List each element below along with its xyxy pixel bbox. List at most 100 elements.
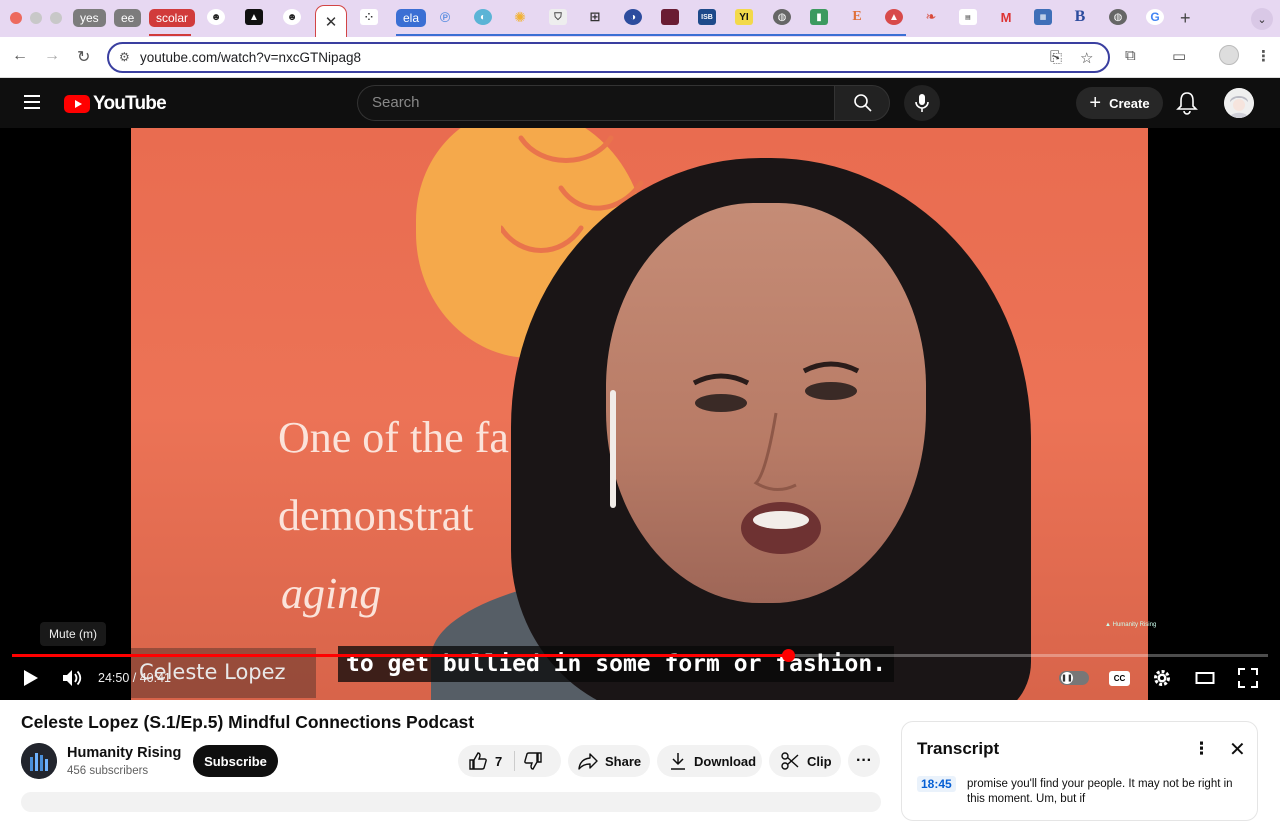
- transcript-segment-text[interactable]: promise you'll find your people. It may …: [967, 777, 1247, 807]
- address-bar[interactable]: ⚙ youtube.com/watch?v=nxcGTNipag8 ⎘ ☆: [107, 42, 1110, 73]
- tab-yes[interactable]: yes: [73, 9, 106, 27]
- maximize-window-button[interactable]: [50, 12, 62, 24]
- bookmark-star-icon[interactable]: ☆: [1080, 49, 1093, 67]
- subscribe-button[interactable]: Subscribe: [193, 745, 278, 777]
- channel-name[interactable]: Humanity Rising: [67, 745, 181, 761]
- extensions-puzzle-icon[interactable]: ⧉: [1125, 47, 1136, 64]
- video-player[interactable]: One of the fa n demonstrat n aging a ▲ H…: [0, 128, 1280, 700]
- channel-watermark[interactable]: ▲ Humanity Rising: [1105, 622, 1156, 628]
- like-divider: [514, 751, 516, 771]
- tab-e[interactable]: E: [848, 9, 866, 25]
- share-button[interactable]: Share: [568, 745, 650, 777]
- tab-a-app[interactable]: ▲: [245, 9, 263, 25]
- progress-bar[interactable]: [12, 649, 1268, 662]
- create-button-label: Create: [1109, 95, 1150, 111]
- forward-arrow-icon[interactable]: →: [44, 47, 60, 65]
- like-count[interactable]: 7: [495, 754, 502, 769]
- description-box[interactable]: [21, 792, 881, 812]
- new-tab-icon[interactable]: +: [1180, 8, 1191, 29]
- tab-sun[interactable]: ✺: [511, 9, 529, 25]
- tab-scolar-label: scolar: [156, 11, 189, 25]
- p-logo-icon: ℗: [439, 9, 451, 25]
- browser-menu-kebab-icon[interactable]: ⋮: [1256, 47, 1271, 65]
- voice-search-button[interactable]: [904, 85, 940, 121]
- guide-menu-icon[interactable]: [24, 95, 40, 109]
- transcript-more-icon[interactable]: ⋮: [1193, 739, 1210, 759]
- tab-ee-label: ee: [121, 11, 135, 25]
- close-window-button[interactable]: [10, 12, 22, 24]
- tab-p[interactable]: ℗: [436, 9, 454, 25]
- tab-shield[interactable]: ⛉: [549, 9, 567, 25]
- tab-square[interactable]: [661, 9, 679, 25]
- youtube-logo[interactable]: YouTube: [64, 93, 167, 115]
- channel-avatar[interactable]: [21, 743, 57, 779]
- download-icon: [671, 753, 685, 770]
- tab-google[interactable]: G: [1146, 9, 1164, 25]
- close-tab-icon[interactable]: ✕: [325, 13, 338, 31]
- tab-green[interactable]: ▮: [810, 9, 828, 25]
- tab-yi[interactable]: YI: [735, 9, 753, 25]
- transcript-segment-time[interactable]: 18:45: [917, 776, 956, 792]
- account-avatar[interactable]: [1224, 88, 1254, 118]
- tab-b-label: B: [1074, 8, 1086, 25]
- speaker-face: [606, 203, 926, 603]
- doc-logo-icon: ▦: [1039, 14, 1047, 21]
- tab-circle[interactable]: ◑: [624, 9, 642, 25]
- tab-incognito-1[interactable]: ☻: [207, 9, 225, 25]
- tab-0872[interactable]: ▤: [959, 9, 977, 25]
- create-button[interactable]: + Create: [1076, 87, 1163, 119]
- gmail-icon: M: [1000, 9, 1012, 25]
- active-tab[interactable]: ✕: [315, 5, 347, 37]
- theater-mode-icon[interactable]: [1195, 668, 1215, 688]
- search-button[interactable]: [834, 85, 890, 121]
- transcript-close-icon[interactable]: ✕: [1229, 737, 1246, 762]
- tab-incognito-2[interactable]: ☻: [283, 9, 301, 25]
- clip-button[interactable]: Clip: [769, 745, 841, 777]
- thumbs-up-icon[interactable]: [468, 751, 488, 771]
- search-icon: [854, 94, 872, 112]
- settings-gear-icon[interactable]: [1152, 668, 1172, 688]
- notifications-bell-icon[interactable]: [1176, 91, 1198, 115]
- download-button[interactable]: Download: [657, 745, 762, 777]
- tab-gmail[interactable]: M: [997, 9, 1015, 25]
- tab-group-line-red: [149, 34, 191, 36]
- tab-ppt[interactable]: ▦: [1034, 9, 1052, 25]
- cast-icon[interactable]: ▭: [1172, 47, 1186, 65]
- tab-world-1[interactable]: ◍: [773, 9, 791, 25]
- volume-icon[interactable]: [62, 668, 84, 688]
- tab-b[interactable]: B: [1071, 8, 1089, 25]
- site-info-icon[interactable]: ⚙: [119, 50, 130, 64]
- shield-icon: ⛉: [554, 11, 562, 23]
- tab-grid[interactable]: ⊞: [586, 9, 604, 25]
- tab-isb[interactable]: ISB: [698, 9, 716, 25]
- tab-dots[interactable]: ⁘: [360, 9, 378, 25]
- more-actions-button[interactable]: ···: [848, 745, 880, 777]
- autoplay-toggle[interactable]: ❚❚: [1059, 671, 1089, 685]
- search-input[interactable]: [372, 94, 812, 111]
- reload-icon[interactable]: ↻: [77, 47, 90, 67]
- tab-globe[interactable]: ◐: [474, 9, 492, 25]
- install-app-icon[interactable]: ⎘: [1050, 49, 1062, 66]
- address-url[interactable]: youtube.com/watch?v=nxcGTNipag8: [140, 50, 361, 65]
- like-dislike-group: 7: [458, 745, 561, 777]
- tab-scolar[interactable]: scolar: [149, 9, 196, 27]
- tab-ee[interactable]: ee: [114, 9, 142, 27]
- youtube-masthead: YouTube + Create: [0, 78, 1280, 128]
- slide-text-line-1: One of the fa: [278, 413, 509, 462]
- speaker-earring: [610, 390, 616, 508]
- minimize-window-button[interactable]: [30, 12, 42, 24]
- thumbs-down-icon[interactable]: [523, 751, 543, 771]
- play-icon[interactable]: [22, 668, 40, 688]
- back-arrow-icon[interactable]: ←: [12, 47, 28, 65]
- subtitles-button[interactable]: CC: [1109, 671, 1130, 686]
- tab-fish[interactable]: ❧: [922, 9, 940, 25]
- youtube-play-logo-icon: [64, 95, 90, 113]
- subscriber-count: 456 subscribers: [67, 765, 149, 777]
- tab-red-circle[interactable]: ▲: [885, 9, 903, 25]
- tab-ela[interactable]: ela: [396, 9, 427, 27]
- tab-world-2[interactable]: ◍: [1109, 9, 1127, 25]
- slide-text-line-2: demonstrat: [278, 491, 474, 540]
- browser-profile-avatar[interactable]: [1219, 45, 1239, 65]
- tab-search-chevron-icon[interactable]: ⌄: [1251, 8, 1273, 30]
- fullscreen-icon[interactable]: [1238, 668, 1258, 688]
